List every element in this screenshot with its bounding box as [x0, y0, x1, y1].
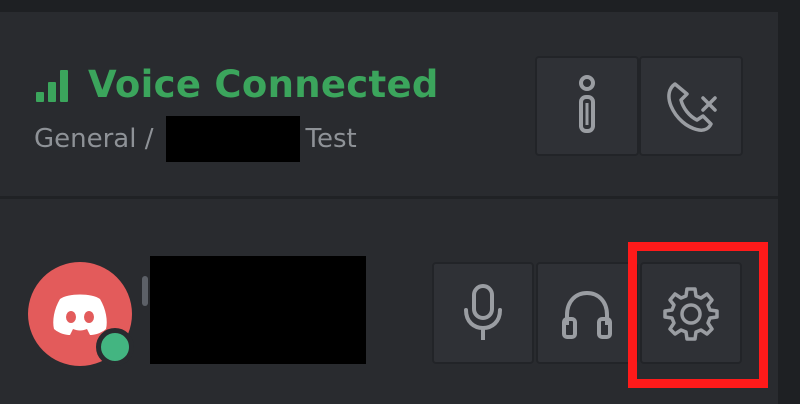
- disconnect-button[interactable]: [639, 56, 743, 156]
- redacted-server-name: [165, 116, 300, 162]
- microphone-icon: [464, 284, 502, 340]
- headphones-icon: [562, 290, 612, 339]
- channel-prefix: General /: [34, 124, 154, 154]
- channel-suffix: Test: [305, 124, 357, 154]
- deafen-button[interactable]: [536, 262, 638, 364]
- mute-microphone-button[interactable]: [432, 262, 534, 364]
- gear-icon: [663, 287, 719, 341]
- user-settings-button[interactable]: [640, 262, 742, 364]
- right-edge: [778, 0, 800, 404]
- voice-user-panel: Voice Connected General / Test: [0, 0, 800, 404]
- discord-logo-icon: [53, 294, 107, 335]
- top-edge: [0, 0, 800, 12]
- channel-path[interactable]: General / Test: [34, 116, 357, 162]
- phone-hangup-icon: [667, 82, 717, 132]
- voice-connected-title[interactable]: Voice Connected: [88, 60, 439, 110]
- connection-info-button[interactable]: [535, 56, 639, 156]
- info-icon: [579, 75, 595, 133]
- section-divider: [0, 196, 778, 199]
- online-status-dot: [96, 328, 134, 366]
- redacted-username: [150, 256, 366, 364]
- signal-bars-icon: [34, 64, 74, 104]
- name-edge-mark: [142, 276, 148, 306]
